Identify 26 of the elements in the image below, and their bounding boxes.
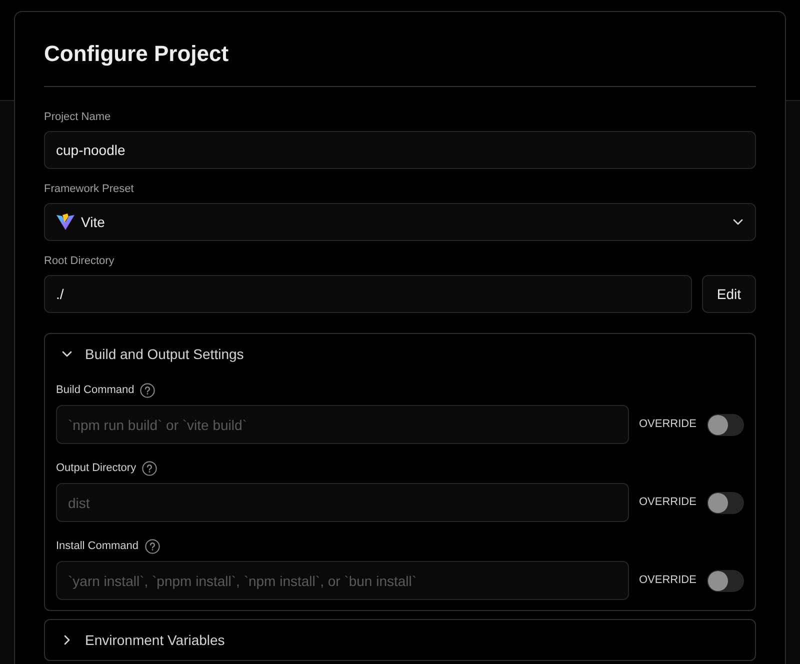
text-input[interactable]: cup-noodle xyxy=(44,131,756,169)
override-label: OVERRIDE xyxy=(639,573,695,588)
field-label: Project Name xyxy=(44,110,112,125)
vite-logo-icon xyxy=(56,213,75,231)
help-icon xyxy=(144,538,160,554)
edit-button[interactable]: Edit xyxy=(702,275,756,313)
command-input[interactable]: `npm run build` or `vite build` xyxy=(56,405,629,444)
section-toggle[interactable]: Environment Variables xyxy=(56,620,225,660)
framework-select[interactable]: Vite xyxy=(44,203,756,241)
override-label: OVERRIDE xyxy=(639,495,695,510)
command-input[interactable]: dist xyxy=(56,483,629,522)
field-label: Root Directory xyxy=(44,254,116,269)
override-switch[interactable] xyxy=(707,414,744,436)
help-icon xyxy=(142,460,158,476)
field-label: Output Directory xyxy=(56,461,136,476)
page-title: Configure Project xyxy=(44,40,756,87)
section-toggle[interactable]: Build and Output Settings xyxy=(56,334,244,374)
field-label: Build Command xyxy=(56,383,134,398)
override-switch[interactable] xyxy=(707,570,744,592)
text-input[interactable]: ./ xyxy=(44,275,692,313)
help-icon xyxy=(140,382,156,398)
field-label: Install Command xyxy=(56,539,139,554)
override-switch[interactable] xyxy=(707,492,744,514)
override-label: OVERRIDE xyxy=(639,417,695,432)
field-label: Framework Preset xyxy=(44,182,135,197)
command-input[interactable]: `yarn install`, `pnpm install`, `npm install`, or `bun install` xyxy=(56,561,629,600)
